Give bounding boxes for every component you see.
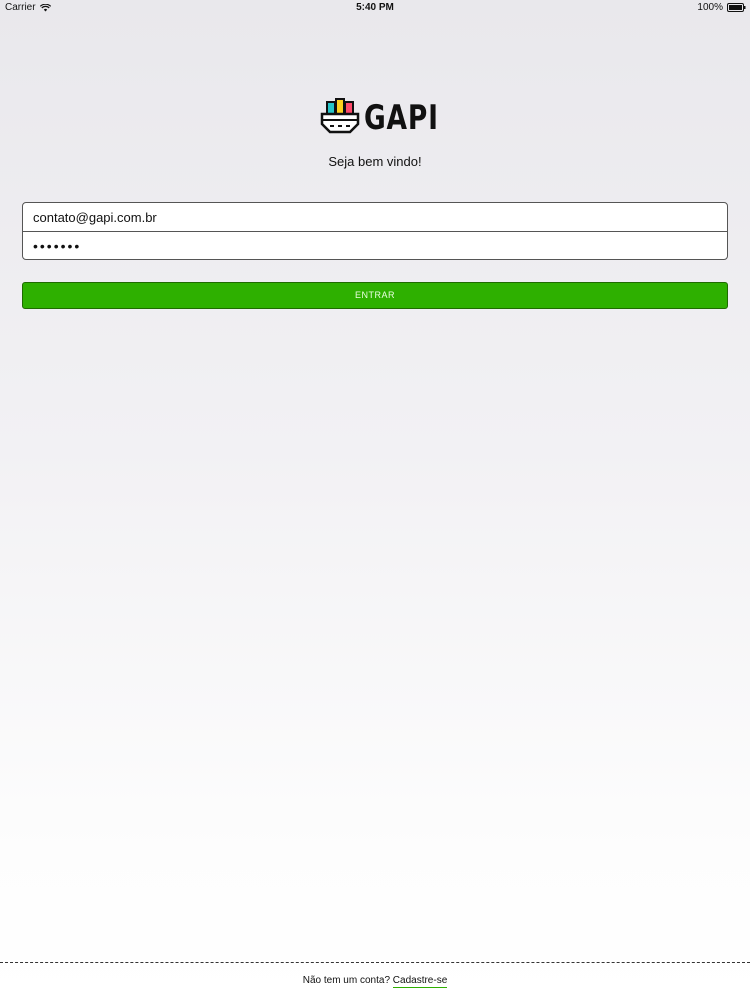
logo-wordmark: GAPI	[364, 98, 439, 138]
email-field[interactable]	[23, 203, 727, 231]
app-logo: GAPI	[320, 96, 438, 141]
footer: Não tem um conta? Cadastre-se	[0, 975, 750, 988]
footer-divider	[0, 962, 750, 963]
signup-link[interactable]: Cadastre-se	[392, 975, 448, 988]
login-form	[22, 202, 728, 260]
welcome-message: Seja bem vindo!	[328, 154, 422, 169]
signup-prompt: Não tem um conta?	[302, 975, 390, 986]
status-bar: Carrier 5:40 PM 100%	[0, 0, 750, 16]
battery-percent: 100%	[697, 2, 723, 13]
status-time: 5:40 PM	[356, 2, 394, 13]
login-button[interactable]: ENTRAR	[22, 282, 728, 309]
gapi-logo-icon	[320, 96, 360, 141]
battery-icon	[727, 3, 746, 12]
password-field[interactable]	[23, 232, 727, 259]
status-right: 100%	[697, 2, 746, 13]
